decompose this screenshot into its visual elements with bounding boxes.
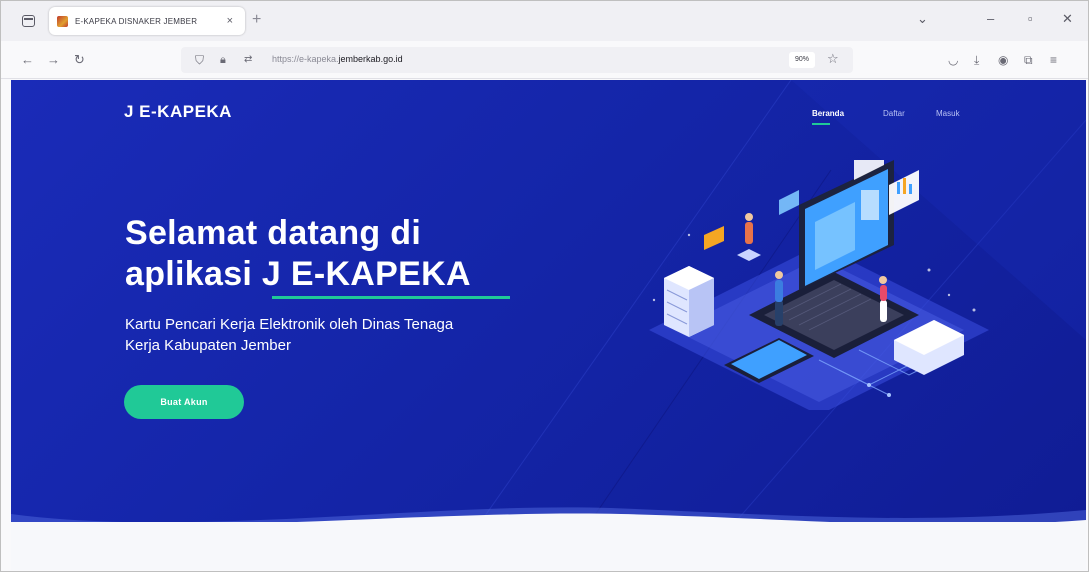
hero-heading-line2: aplikasi J E-KAPEKA bbox=[125, 255, 471, 294]
browser-tab[interactable]: E-KAPEKA DISNAKER JEMBER × bbox=[49, 7, 245, 35]
hero-subtitle-line1: Kartu Pencari Kerja Elektronik oleh Dina… bbox=[125, 316, 454, 333]
download-icon[interactable]: ⤓ bbox=[974, 52, 979, 68]
hero-heading-line1: Selamat datang di bbox=[125, 214, 422, 252]
nav-link-masuk[interactable]: Masuk bbox=[936, 109, 960, 118]
tab-strip: E-KAPEKA DISNAKER JEMBER × + ⌄ – ▫ ✕ bbox=[1, 1, 1088, 41]
site-permissions-icon[interactable]: ⇄ bbox=[244, 52, 252, 68]
forward-arrow-icon[interactable]: → bbox=[47, 52, 60, 68]
back-arrow-icon[interactable]: ← bbox=[21, 52, 34, 68]
browser-window: E-KAPEKA DISNAKER JEMBER × + ⌄ – ▫ ✕ ← →… bbox=[0, 0, 1089, 572]
active-nav-indicator bbox=[812, 123, 830, 125]
below-hero-section bbox=[11, 522, 1086, 570]
zoom-level-button[interactable]: 90% bbox=[789, 52, 815, 68]
nav-link-daftar[interactable]: Daftar bbox=[883, 109, 905, 118]
account-icon[interactable]: ◉ bbox=[998, 52, 1008, 68]
extensions-icon[interactable]: ⧉ bbox=[1024, 52, 1033, 68]
hero-heading-highlight: J E-KAPEKA bbox=[261, 255, 471, 293]
buat-akun-button[interactable]: Buat Akun bbox=[124, 385, 244, 419]
url-text[interactable]: https://e-kapeka.jemberkab.go.id bbox=[272, 54, 403, 64]
list-all-tabs-icon[interactable]: ⌄ bbox=[917, 11, 928, 27]
heading-underline bbox=[272, 296, 510, 299]
maximize-icon[interactable]: ▫ bbox=[1028, 11, 1033, 27]
tracking-protection-icon[interactable]: ⛉ bbox=[195, 52, 204, 68]
address-bar[interactable]: ⛉ 🔒︎ ⇄ https://e-kapeka.jemberkab.go.id … bbox=[181, 47, 853, 73]
pocket-icon[interactable]: ◡ bbox=[948, 52, 958, 68]
hero-heading-prefix: aplikasi bbox=[125, 255, 262, 293]
reload-icon[interactable]: ↻ bbox=[74, 52, 85, 68]
minimize-icon[interactable]: – bbox=[987, 11, 994, 27]
lock-icon[interactable]: 🔒︎ bbox=[220, 52, 226, 68]
nav-link-beranda[interactable]: Beranda bbox=[812, 109, 844, 118]
new-tab-button[interactable]: + bbox=[252, 12, 261, 28]
hamburger-menu-icon[interactable]: ≡ bbox=[1050, 52, 1057, 68]
hero-subtitle-line2: Kerja Kabupaten Jember bbox=[125, 337, 291, 354]
tab-title: E-KAPEKA DISNAKER JEMBER bbox=[75, 16, 198, 26]
hero-illustration bbox=[649, 160, 989, 410]
hero-section: J E-KAPEKA Beranda Daftar Masuk Selamat … bbox=[11, 80, 1086, 550]
tab-overview-icon[interactable] bbox=[17, 11, 39, 31]
site-logo[interactable]: J E-KAPEKA bbox=[124, 102, 232, 122]
navigation-toolbar: ← → ↻ ⛉ 🔒︎ ⇄ https://e-kapeka.jemberkab.… bbox=[1, 41, 1088, 79]
url-prefix: https://e-kapeka. bbox=[272, 54, 339, 64]
url-domain: jemberkab.go.id bbox=[338, 54, 403, 64]
web-page: J E-KAPEKA Beranda Daftar Masuk Selamat … bbox=[11, 80, 1086, 570]
star-icon[interactable]: ☆ bbox=[827, 51, 839, 67]
site-favicon-icon bbox=[57, 15, 68, 27]
close-window-icon[interactable]: ✕ bbox=[1062, 11, 1073, 27]
tab-close-icon[interactable]: × bbox=[227, 14, 233, 28]
